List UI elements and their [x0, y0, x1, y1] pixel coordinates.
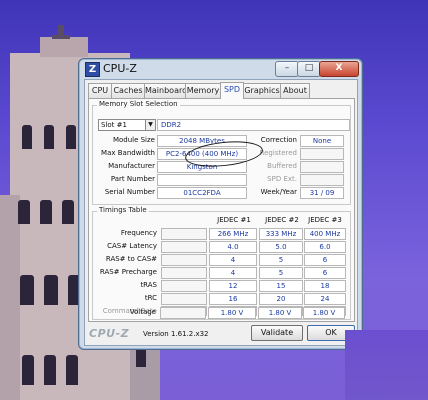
ras-to-cas-jedec3: 6	[304, 254, 346, 266]
trc-jedec2: 20	[259, 293, 303, 305]
frequency-label: Frequency	[120, 229, 157, 237]
title-bar[interactable]: Z CPU-Z – □ X	[79, 59, 362, 79]
voltage-jedec3: 1.80 V	[303, 307, 345, 319]
ras-to-cas-jedec2: 5	[259, 254, 303, 266]
cpuz-brand-logo: CPU-Z	[89, 327, 130, 340]
tras-jedec3: 18	[304, 280, 346, 292]
tab-about[interactable]: About	[280, 83, 310, 98]
manufacturer-label: Manufacturer	[108, 162, 155, 170]
jedec1-header: JEDEC #1	[217, 216, 251, 224]
tab-mainboard[interactable]: Mainboard	[144, 83, 187, 98]
module-size-label: Module Size	[112, 136, 155, 144]
trc-label: tRC	[144, 294, 157, 302]
ras-to-cas-label: RAS# to CAS#	[105, 255, 157, 263]
tras-jedec2: 15	[259, 280, 303, 292]
frequency-jedec1: 266 MHz	[209, 228, 257, 240]
tab-spd[interactable]: SPD	[220, 82, 244, 99]
cas-latency-label: CAS# Latency	[107, 242, 157, 250]
memory-slot-group-title: Memory Slot Selection	[97, 100, 180, 108]
timing-spare-cell	[161, 267, 207, 279]
timing-spare-cell	[161, 280, 207, 292]
correction-label: Correction	[260, 136, 297, 144]
chevron-down-icon[interactable]: ▼	[145, 120, 155, 130]
ras-precharge-jedec3: 6	[304, 267, 346, 279]
serial-number-label: Serial Number	[104, 188, 155, 196]
ras-to-cas-jedec1: 4	[209, 254, 257, 266]
maximize-button[interactable]: □	[297, 61, 321, 77]
timing-spare-cell	[161, 241, 207, 253]
validate-button[interactable]: Validate	[251, 325, 303, 341]
ras-precharge-jedec2: 5	[259, 267, 303, 279]
tab-cpu[interactable]: CPU	[88, 83, 112, 98]
version-text: Version 1.61.2.x32	[143, 330, 209, 338]
tab-graphics[interactable]: Graphics	[243, 83, 281, 98]
cpuz-window: Z CPU-Z – □ X CPU Caches Mainboard Memor…	[78, 58, 363, 350]
voltage-label: Voltage	[129, 308, 156, 316]
timing-spare-cell	[161, 228, 207, 240]
memory-type-value: DDR2	[157, 119, 350, 131]
tab-caches[interactable]: Caches	[111, 83, 145, 98]
spd-panel: Memory Slot Selection Slot #1 ▼ DDR2 Mod…	[88, 98, 355, 322]
cas-latency-jedec2: 5.0	[259, 241, 303, 253]
minimize-button[interactable]: –	[275, 61, 299, 77]
cas-latency-jedec1: 4.0	[209, 241, 257, 253]
timing-spare-cell	[161, 293, 207, 305]
timings-group-title: Timings Table	[97, 206, 149, 214]
registered-value	[300, 148, 344, 160]
correction-value: None	[300, 135, 344, 147]
serial-number-value: 01CC2FDA	[157, 187, 247, 199]
background-sky	[345, 330, 428, 400]
window-title: CPU-Z	[103, 62, 137, 75]
slot-select[interactable]: Slot #1 ▼	[98, 119, 156, 131]
voltage-jedec2: 1.80 V	[258, 307, 302, 319]
spd-ext-value	[300, 174, 344, 186]
spd-ext-label: SPD Ext.	[267, 175, 297, 183]
part-number-value	[157, 174, 247, 186]
ras-precharge-jedec1: 4	[209, 267, 257, 279]
max-bandwidth-label: Max Bandwidth	[101, 149, 155, 157]
part-number-label: Part Number	[110, 175, 155, 183]
frequency-jedec2: 333 MHz	[259, 228, 303, 240]
tras-label: tRAS	[140, 281, 157, 289]
week-year-value: 31 / 09	[300, 187, 344, 199]
footer: CPU-Z Version 1.61.2.x32 Validate OK	[85, 322, 357, 344]
timings-group: Timings Table JEDEC #1 JEDEC #2 JEDEC #3…	[92, 206, 351, 320]
close-button[interactable]: X	[319, 61, 359, 77]
frequency-jedec3: 400 MHz	[304, 228, 346, 240]
slot-select-value: Slot #1	[101, 121, 127, 129]
tras-jedec1: 12	[209, 280, 257, 292]
window-client-area: CPU Caches Mainboard Memory SPD Graphics…	[84, 79, 358, 346]
buffered-value	[300, 161, 344, 173]
trc-jedec3: 24	[304, 293, 346, 305]
cas-latency-jedec3: 6.0	[304, 241, 346, 253]
buffered-label: Buffered	[267, 162, 297, 170]
week-year-label: Week/Year	[260, 188, 297, 196]
timing-spare-cell	[160, 307, 206, 319]
cpuz-app-icon: Z	[85, 62, 100, 77]
timing-spare-cell	[161, 254, 207, 266]
jedec2-header: JEDEC #2	[265, 216, 299, 224]
jedec3-header: JEDEC #3	[308, 216, 342, 224]
voltage-jedec1: 1.80 V	[208, 307, 256, 319]
trc-jedec1: 16	[209, 293, 257, 305]
tab-memory[interactable]: Memory	[185, 83, 221, 98]
ras-precharge-label: RAS# Precharge	[99, 268, 157, 276]
